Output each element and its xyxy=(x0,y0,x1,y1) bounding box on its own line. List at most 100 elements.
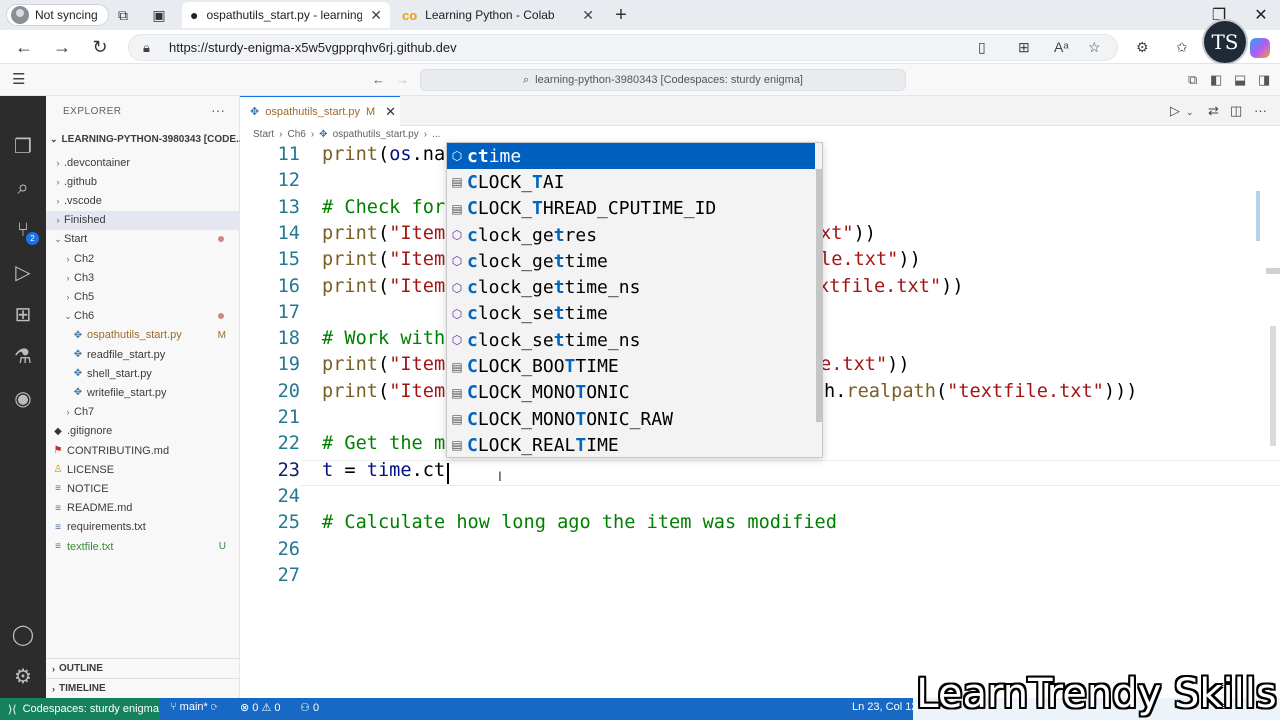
command-center[interactable]: ⌕ learning-python-3980343 [Codespaces: s… xyxy=(420,69,906,91)
code-line-tail[interactable]: e.txt")) xyxy=(820,354,910,375)
copilot-icon[interactable] xyxy=(1250,38,1270,58)
suggestion-item[interactable]: ▤ CLOCK_REALTIME xyxy=(447,432,815,458)
more-actions-icon[interactable]: ··· xyxy=(211,102,225,118)
code-line[interactable]: print("Item xyxy=(322,249,445,270)
code-line-tail[interactable]: xtfile.txt")) xyxy=(818,276,964,297)
file-tree-item[interactable]: › Ch2 xyxy=(46,249,240,268)
file-tree-item[interactable]: ♙ LICENSE xyxy=(46,460,240,479)
code-line-tail[interactable]: le.txt")) xyxy=(820,249,921,270)
run-file-icon[interactable]: ▷ xyxy=(1170,103,1180,119)
code-line[interactable]: t = time.ct xyxy=(322,460,445,481)
source-control-icon[interactable]: ⑂ 2 xyxy=(0,210,46,250)
file-tree-item[interactable]: › Ch7 xyxy=(46,403,240,422)
menu-icon[interactable]: ☰ xyxy=(12,70,34,90)
back-arrow-icon[interactable]: ← xyxy=(12,35,36,59)
workspaces-icon[interactable]: ⧉ xyxy=(114,6,132,24)
toggle-sidebar-icon[interactable]: ◧ xyxy=(1210,72,1222,88)
code-line[interactable]: # Get the m xyxy=(322,433,445,454)
layout-icon[interactable]: ⧉ xyxy=(1188,72,1197,88)
suggestion-item[interactable]: ⬡ clock_settime_ns xyxy=(447,327,815,353)
favorite-star-icon[interactable]: ☆ xyxy=(1088,39,1101,56)
suggestion-item[interactable]: ▤ CLOCK_MONOTONIC xyxy=(447,380,815,406)
file-tree-item[interactable]: ≡ README.md xyxy=(46,499,240,518)
file-tree-item[interactable]: ◆ .gitignore xyxy=(46,422,240,441)
editor-scrollbar[interactable] xyxy=(1270,326,1276,446)
forward-arrow-icon[interactable]: → xyxy=(396,72,409,87)
close-tab-icon[interactable]: ✕ xyxy=(582,7,594,24)
file-tree-item[interactable]: ≡ textfile.txt U xyxy=(46,537,240,556)
search-icon[interactable]: ⌕ xyxy=(0,168,46,208)
close-window-icon[interactable]: ✕ xyxy=(1246,3,1276,27)
file-tree-item[interactable]: ✥ ospathutils_start.py M xyxy=(46,326,240,345)
suggestion-item[interactable]: ▤ CLOCK_BOOTTIME xyxy=(447,353,815,379)
file-tree-item[interactable]: ≡ NOTICE xyxy=(46,479,240,498)
breadcrumb-item[interactable]: ... xyxy=(432,129,440,140)
file-tree-item[interactable]: ≡ requirements.txt xyxy=(46,518,240,537)
file-tree-item[interactable]: ✥ shell_start.py xyxy=(46,364,240,383)
suggestion-item[interactable]: ▤ CLOCK_THREAD_CPUTIME_ID xyxy=(447,196,815,222)
testing-icon[interactable]: ⚗ xyxy=(0,336,46,376)
ports-indicator[interactable]: ⚇ 0 xyxy=(300,701,319,714)
extensions-icon[interactable]: ⊞ xyxy=(0,294,46,334)
file-tree-item[interactable]: › .github xyxy=(46,172,240,191)
file-tree-item[interactable]: › .devcontainer xyxy=(46,153,240,172)
editor-tab-ospathutils[interactable]: ✥ ospathutils_start.py M ✕ xyxy=(240,96,400,126)
profile-button[interactable]: Not syncing xyxy=(6,4,109,26)
suggest-scrollbar[interactable] xyxy=(816,169,822,422)
tab-actions-icon[interactable]: ▣ xyxy=(150,6,168,24)
suggestion-item[interactable]: ⬡ clock_gettime_ns xyxy=(447,275,815,301)
outline-section[interactable]: › OUTLINE xyxy=(46,658,240,678)
breadcrumb-item[interactable]: Ch6 xyxy=(287,129,305,140)
code-line[interactable]: print("Item xyxy=(322,276,445,297)
file-tree-item[interactable]: ✥ readfile_start.py xyxy=(46,345,240,364)
reload-icon[interactable]: ↻ xyxy=(88,35,112,59)
compare-changes-icon[interactable]: ⇄ xyxy=(1208,103,1219,119)
code-line[interactable]: print(os.na xyxy=(322,144,445,165)
suggestion-item[interactable]: ⬡ clock_settime xyxy=(447,301,815,327)
file-tree-item[interactable]: ✥ writefile_start.py xyxy=(46,383,240,402)
chevron-down-icon[interactable]: ⌄ xyxy=(1186,107,1194,118)
file-tree-item[interactable]: ⌄ Start xyxy=(46,230,240,249)
apps-icon[interactable]: ⊞ xyxy=(1018,39,1030,56)
lock-icon[interactable]: 🔒︎ xyxy=(143,40,150,56)
account-icon[interactable]: ◯ xyxy=(0,614,46,654)
file-tree-item[interactable]: › Finished xyxy=(46,210,240,230)
more-actions-icon[interactable]: ··· xyxy=(1254,103,1267,118)
code-line-tail[interactable]: xt")) xyxy=(820,223,876,244)
code-line[interactable]: # Calculate how long ago the item was mo… xyxy=(322,512,837,533)
breadcrumb-item[interactable]: ospathutils_start.py xyxy=(333,129,419,140)
new-tab-button[interactable]: + xyxy=(612,4,630,26)
file-tree-item[interactable]: ⚑ CONTRIBUTING.md xyxy=(46,441,240,460)
suggestion-item[interactable]: ⬡ clock_getres xyxy=(447,222,815,248)
file-tree-item[interactable]: › Ch3 xyxy=(46,268,240,287)
cursor-position[interactable]: Ln 23, Col 12 xyxy=(852,701,917,713)
suggestion-item[interactable]: ▤ CLOCK_MONOTONIC_RAW xyxy=(447,406,815,432)
back-arrow-icon[interactable]: ← xyxy=(372,72,385,87)
browser-tab-codespace[interactable]: ● ospathutils_start.py - learning-pyt ✕ xyxy=(182,2,390,28)
breadcrumb-item[interactable]: Start xyxy=(253,129,274,140)
remote-indicator[interactable]: ⟩⟨ Codespaces: sturdy enigma xyxy=(0,698,160,720)
code-line[interactable]: print("Item xyxy=(322,223,445,244)
forward-arrow-icon[interactable]: → xyxy=(50,35,74,59)
file-tree-item[interactable]: › Ch5 xyxy=(46,287,240,306)
run-debug-icon[interactable]: ▷ xyxy=(0,252,46,292)
toggle-panel-icon[interactable]: ⬓ xyxy=(1234,72,1246,88)
settings-gear-icon[interactable]: ⚙ xyxy=(0,656,46,696)
install-app-icon[interactable]: ▯ xyxy=(978,39,986,56)
favorites-icon[interactable]: ✩ xyxy=(1176,39,1188,56)
suggestion-item[interactable]: ⬡ ctime xyxy=(447,143,815,170)
branch-indicator[interactable]: ⑂ main* ⟳ xyxy=(170,701,217,713)
timeline-section[interactable]: › TIMELINE xyxy=(46,678,240,698)
close-tab-icon[interactable]: ✕ xyxy=(370,7,382,24)
code-line[interactable]: print("Item xyxy=(322,381,445,402)
address-bar[interactable]: https://sturdy-enigma-x5w5vgpprqhv6rj.gi… xyxy=(128,34,1118,61)
toggle-secondary-sidebar-icon[interactable]: ◨ xyxy=(1258,72,1270,88)
close-tab-icon[interactable]: ✕ xyxy=(385,104,396,120)
problems-indicator[interactable]: ⊗ 0 ⚠ 0 xyxy=(240,701,280,714)
file-tree-item[interactable]: ⌄ Ch6 xyxy=(46,307,240,326)
split-editor-icon[interactable]: ◫ xyxy=(1230,103,1242,119)
extensions-icon[interactable]: ⚙ xyxy=(1136,39,1149,56)
code-line[interactable]: # Check for xyxy=(322,197,445,218)
code-line[interactable]: # Work with xyxy=(322,328,445,349)
suggestion-item[interactable]: ⬡ clock_gettime xyxy=(447,248,815,274)
